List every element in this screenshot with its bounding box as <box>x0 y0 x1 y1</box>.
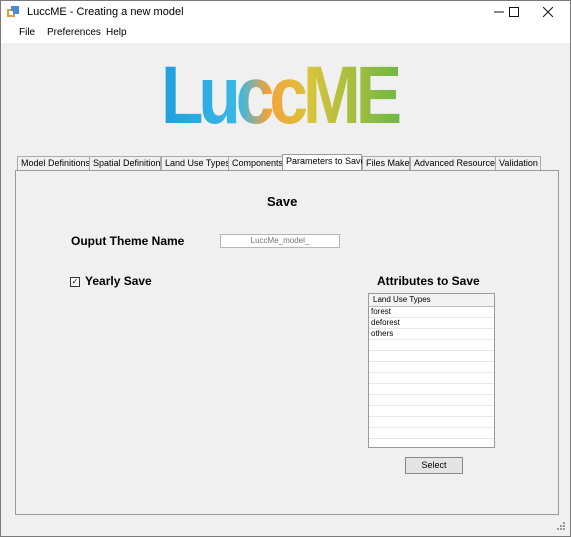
select-button[interactable]: Select <box>405 457 463 474</box>
yearly-save-label: Yearly Save <box>85 274 152 288</box>
menu-preferences[interactable]: Preferences <box>47 27 101 38</box>
maximize-icon[interactable] <box>497 1 531 23</box>
list-row-empty <box>369 406 494 417</box>
window-title: LuccME - Creating a new model <box>27 6 184 18</box>
tab-model-definitions[interactable]: Model Definitions <box>17 156 91 170</box>
tab-land-use-types[interactable]: Land Use Types <box>161 156 230 170</box>
output-theme-label: Ouput Theme Name <box>71 234 185 248</box>
section-title: Save <box>267 194 298 209</box>
close-icon[interactable] <box>531 1 565 23</box>
tab-advanced-resources[interactable]: Advanced Resources <box>410 156 500 170</box>
title-bar: LuccME - Creating a new model <box>1 1 570 23</box>
luccme-logo: LuccME <box>161 61 401 127</box>
tab-files-maker[interactable]: Files Maker <box>362 156 413 170</box>
list-row-empty <box>369 362 494 373</box>
app-icon <box>7 6 19 17</box>
tab-spatial-definitions[interactable]: Spatial Definitions <box>89 156 165 170</box>
list-row-empty <box>369 439 494 447</box>
list-row-empty <box>369 395 494 406</box>
menu-bar: File Preferences Help <box>1 23 570 43</box>
list-row-empty <box>369 373 494 384</box>
list-row-empty <box>369 340 494 351</box>
list-rows: forest deforest others <box>369 307 494 447</box>
svg-text:LuccME: LuccME <box>161 61 400 127</box>
list-item[interactable]: forest <box>369 307 494 318</box>
tab-components[interactable]: Components <box>228 156 284 170</box>
land-use-types-list[interactable]: Land Use Types forest deforest others <box>368 293 495 448</box>
list-row-empty <box>369 384 494 395</box>
resize-grip-icon[interactable] <box>556 521 566 531</box>
main-window: LuccME - Creating a new model File Prefe… <box>0 0 571 537</box>
menu-help[interactable]: Help <box>106 27 127 38</box>
menu-file[interactable]: File <box>19 27 35 38</box>
list-header[interactable]: Land Use Types <box>369 294 494 307</box>
list-item[interactable]: deforest <box>369 318 494 329</box>
output-theme-input[interactable] <box>220 234 340 248</box>
tab-parameters-to-save[interactable]: Parameters to Save <box>282 154 366 170</box>
list-header-label: Land Use Types <box>373 295 431 304</box>
yearly-save-checkbox[interactable]: ✓ <box>70 277 80 287</box>
tab-validation[interactable]: Validation <box>495 156 541 170</box>
attributes-label: Attributes to Save <box>377 274 480 288</box>
list-row-empty <box>369 351 494 362</box>
list-row-empty <box>369 428 494 439</box>
list-row-empty <box>369 417 494 428</box>
list-item[interactable]: others <box>369 329 494 340</box>
